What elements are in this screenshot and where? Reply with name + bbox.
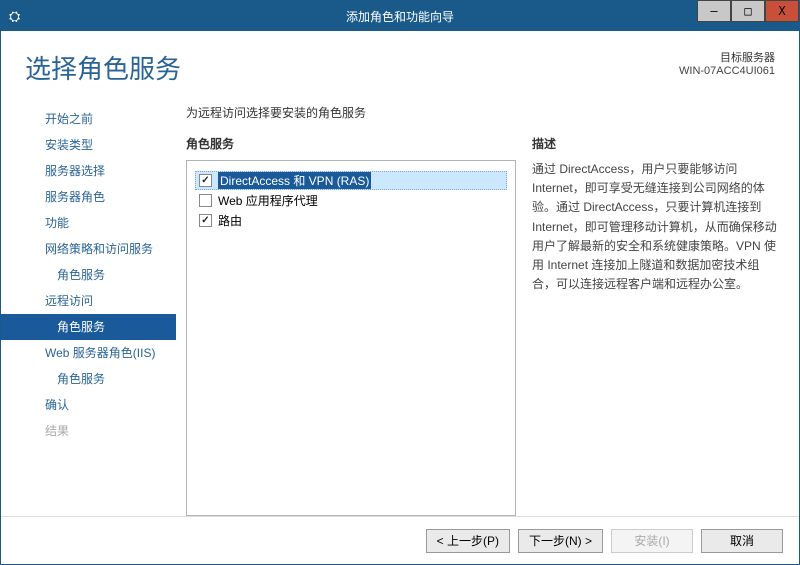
nav-item-4[interactable]: 功能 [1,210,176,236]
role-label-1: Web 应用程序代理 [218,192,318,209]
nav-item-9[interactable]: Web 服务器角色(IIS) [1,340,176,366]
app-icon: ⛭ [9,8,20,25]
nav-item-5[interactable]: 网络策略和访问服务 [1,236,176,262]
nav-item-7[interactable]: 远程访问 [1,288,176,314]
next-button[interactable]: 下一步(N) > [518,529,603,553]
minimize-button[interactable]: — [697,0,731,22]
role-checkbox-1[interactable] [199,194,212,207]
roles-tree[interactable]: DirectAccess 和 VPN (RAS) Web 应用程序代理路由 [186,160,516,516]
window-buttons: — □ X [697,1,799,31]
content-subtitle: 为远程访问选择要安装的角色服务 [186,104,783,121]
prev-button[interactable]: < 上一步(P) [426,529,510,553]
nav-item-1[interactable]: 安装类型 [1,132,176,158]
description-header: 描述 [532,135,783,152]
cancel-button[interactable]: 取消 [701,529,783,553]
role-item-2[interactable]: 路由 [195,211,507,230]
role-item-1[interactable]: Web 应用程序代理 [195,191,507,210]
nav-item-2[interactable]: 服务器选择 [1,158,176,184]
wizard-content: 为远程访问选择要安装的角色服务 角色服务 DirectAccess 和 VPN … [176,94,787,516]
role-label-0: DirectAccess 和 VPN (RAS) [218,172,371,189]
titlebar: ⛭ 添加角色和功能向导 — □ X [1,1,799,31]
wizard-window: ⛭ 添加角色和功能向导 — □ X 选择角色服务 目标服务器 WIN-07ACC… [0,0,800,565]
close-button[interactable]: X [765,0,799,22]
page-title: 选择角色服务 [25,49,181,86]
window-title: 添加角色和功能向导 [346,8,454,25]
maximize-button[interactable]: □ [731,0,765,22]
nav-item-8[interactable]: 角色服务 [1,314,176,340]
role-item-0[interactable]: DirectAccess 和 VPN (RAS) [195,171,507,190]
nav-item-6[interactable]: 角色服务 [1,262,176,288]
nav-item-0[interactable]: 开始之前 [1,106,176,132]
roles-column: 角色服务 DirectAccess 和 VPN (RAS) Web 应用程序代理路… [186,135,516,516]
nav-item-10[interactable]: 角色服务 [1,366,176,392]
description-column: 描述 通过 DirectAccess，用户只要能够访问 Internet，即可享… [532,135,783,516]
role-label-2: 路由 [218,212,242,229]
role-checkbox-2[interactable] [199,214,212,227]
description-text: 通过 DirectAccess，用户只要能够访问 Internet，即可享受无缝… [532,160,783,294]
target-server-label: 目标服务器 [679,49,775,65]
wizard-footer: < 上一步(P) 下一步(N) > 安装(I) 取消 [1,516,799,564]
role-checkbox-0[interactable] [199,174,212,187]
nav-item-12: 结果 [1,418,176,444]
content-columns: 角色服务 DirectAccess 和 VPN (RAS) Web 应用程序代理路… [186,135,783,516]
target-server: 目标服务器 WIN-07ACC4UI061 [679,49,775,86]
wizard-main: 开始之前安装类型服务器选择服务器角色功能网络策略和访问服务角色服务远程访问角色服… [1,94,799,516]
wizard-nav: 开始之前安装类型服务器选择服务器角色功能网络策略和访问服务角色服务远程访问角色服… [1,94,176,516]
wizard-body: 选择角色服务 目标服务器 WIN-07ACC4UI061 开始之前安装类型服务器… [1,31,799,564]
nav-item-11[interactable]: 确认 [1,392,176,418]
roles-header: 角色服务 [186,135,516,152]
install-button: 安装(I) [611,529,693,553]
target-server-value: WIN-07ACC4UI061 [679,65,775,77]
nav-item-3[interactable]: 服务器角色 [1,184,176,210]
wizard-header: 选择角色服务 目标服务器 WIN-07ACC4UI061 [1,31,799,94]
